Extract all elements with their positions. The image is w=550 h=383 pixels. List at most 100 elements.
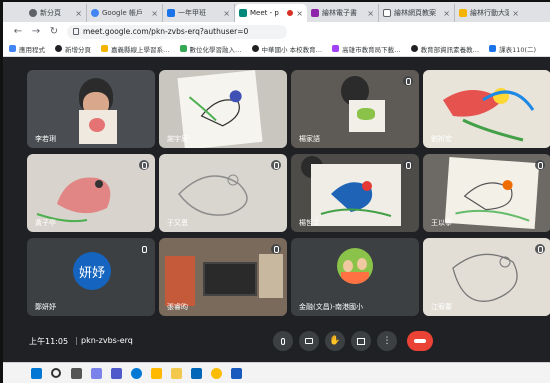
word-icon[interactable] [231,368,242,379]
bookmark-item[interactable]: 教育部資訊素養教… [410,44,479,54]
mic-off-icon [535,244,545,254]
forward-icon[interactable]: → [31,26,41,37]
globe-icon [410,45,418,52]
bird-drawing [455,180,530,222]
tab-mobile[interactable]: 繪林行動大頭網× [455,4,523,22]
reload-icon[interactable]: ↻ [49,26,59,37]
bird-drawing [320,181,392,217]
participant-name: 李若琍 [35,135,56,143]
tab-google-account[interactable]: Google 帳戶 × [87,4,163,22]
windows-start-icon[interactable] [31,368,42,379]
close-icon[interactable]: × [512,9,519,18]
camera-icon [305,338,313,344]
mic-button[interactable] [273,331,293,351]
bookmark-item[interactable]: 中華國小 本校教育… [251,44,322,54]
close-icon[interactable]: × [443,9,450,18]
drawing [357,108,375,120]
drawing-paper [349,100,385,132]
mic-off-icon [271,244,281,254]
app-icon [459,9,467,17]
participant-name: 王以寧 [431,219,452,227]
close-icon[interactable]: × [367,9,374,18]
hang-up-icon [414,339,426,343]
camera-button[interactable] [299,331,319,351]
avatar-person [357,258,367,270]
teams-icon[interactable] [111,368,122,379]
participant-tile[interactable]: 江宥蓁 [423,238,550,316]
participant-name: 楊哲文 [299,219,320,227]
more-options-button[interactable]: ⋮ [377,331,397,351]
edge-icon[interactable] [131,368,142,379]
bird-drawing [188,90,242,127]
address-bar[interactable]: meet.google.com/pkn-zvbs-erq?authuser=0 [67,24,287,39]
mic-off-icon [403,76,413,86]
participant-name: 劉祈宏 [431,135,452,143]
drawing-paper [79,110,117,144]
file-explorer-icon[interactable] [171,368,182,379]
video-feed [259,254,283,298]
meeting-time: 上午11:05 [29,337,69,346]
participant-name: 江宥蓁 [431,303,452,311]
close-icon[interactable]: × [223,9,230,18]
drawing-paper [177,70,263,148]
bookmark-item[interactable]: 高雄市教育局下載… [332,44,401,54]
participant-tile[interactable]: 張睿昀 [159,238,287,316]
tab-lesson[interactable]: 繪林網頁教案 × [379,4,455,22]
participant-name: 鄭妍妤 [35,303,56,311]
globe-icon [251,45,259,52]
site-icon [101,45,108,52]
separator: | [75,336,78,345]
close-icon[interactable]: × [75,9,82,18]
present-button[interactable] [351,331,371,351]
drawing [89,118,105,132]
mic-off-icon [139,244,149,254]
microphone-icon [281,337,285,345]
tab-classroom[interactable]: 一年甲班 × [163,4,235,22]
participant-tile[interactable]: 楊家語 [291,70,419,148]
tab-meet[interactable]: Meet - p × [235,4,307,22]
search-icon[interactable] [51,368,61,378]
sheets-icon [489,45,497,52]
bookmark-item[interactable]: 新增分頁 [55,44,91,54]
address-text: meet.google.com/pkn-zvbs-erq?authuser=0 [83,27,249,36]
tab-ebook[interactable]: 繪林電子書 × [307,4,379,22]
meeting-code: pkn-zvbs-erq [81,336,133,345]
mail-icon[interactable] [151,368,162,379]
bookmark-apps[interactable]: 應用程式 [9,44,45,54]
avatar: 妍妤 [73,252,111,290]
participant-tile[interactable]: 于又恩 [159,154,287,232]
store-icon[interactable] [191,368,202,379]
gear-icon [29,9,37,17]
participant-tile[interactable]: 楊哲文 [291,154,419,232]
more-vert-icon: ⋮ [382,336,392,346]
back-icon[interactable]: ← [13,26,23,37]
lock-icon [73,28,79,35]
raise-hand-button[interactable]: ✋ [325,331,345,351]
bookmark-item[interactable]: 數位化學習融入… [179,44,242,54]
participant-tile[interactable]: 妍妤 鄭妍妤 [27,238,155,316]
participant-tile[interactable]: 劉祈宏 [423,70,550,148]
tab-new[interactable]: 新分頁 × [25,4,87,22]
bookmark-item[interactable]: 嘉義縣線上學習系… [101,44,170,54]
video-feed [203,262,257,296]
participant-tile[interactable]: 金融(文昌)-南港國小 [291,238,419,316]
task-view-icon[interactable] [71,368,82,379]
site-icon [332,45,340,52]
recording-dot-icon [287,10,294,16]
drawing-paper [444,156,540,230]
end-call-button[interactable] [407,331,433,351]
close-icon[interactable]: × [296,9,303,18]
participant-tile[interactable]: 李若琍 [27,70,155,148]
hand-icon: ✋ [329,336,341,346]
participant-tile[interactable]: 謝宇辰 [159,70,287,148]
participant-tile[interactable]: 王以寧 [423,154,550,232]
participant-tile[interactable]: 黃子亭 [27,154,155,232]
avatar-person [343,260,353,272]
book-icon [311,9,319,17]
widgets-icon[interactable] [91,368,102,379]
apps-grid-icon [9,45,16,52]
windows-taskbar [3,362,550,383]
bookmark-item[interactable]: 課表110(二) [489,44,536,54]
chrome-icon[interactable] [211,368,222,379]
close-icon[interactable]: × [151,9,158,18]
